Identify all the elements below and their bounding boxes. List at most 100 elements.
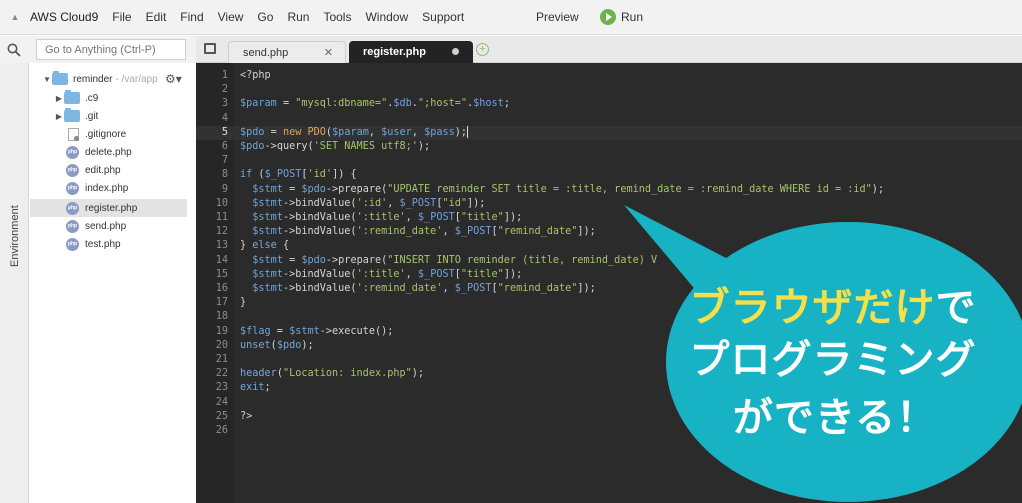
code-line[interactable]: 11 $stmt->bindValue(':title', $_POST["ti… (196, 211, 1022, 225)
line-number: 23 (215, 382, 228, 394)
code-line[interactable]: 6 $pdo->query('SET NAMES utf8;'); (196, 140, 1022, 154)
code-line[interactable]: 22 header("Location: index.php"); (196, 367, 1022, 381)
code-line[interactable]: 18 (196, 310, 1022, 324)
menu-file[interactable]: File (112, 10, 131, 24)
tab-register-php[interactable]: register.php (349, 41, 473, 63)
code-line[interactable]: 3 $param = "mysql:dbname=".$db.";host=".$… (196, 97, 1022, 111)
php-file-icon: php (66, 145, 79, 159)
code-text: <?php (240, 70, 271, 81)
code-line[interactable]: 10 $stmt->bindValue(':id', $_POST["id"])… (196, 197, 1022, 211)
text-cursor (467, 125, 469, 138)
unsaved-dot-icon[interactable] (452, 48, 459, 55)
code-text: header("Location: index.php"); (240, 368, 425, 380)
line-number: 22 (215, 368, 228, 380)
folder-icon (64, 108, 80, 122)
code-text: $flag = $stmt->execute(); (240, 325, 394, 337)
tree-item-gitignore[interactable]: .gitignore (30, 125, 187, 143)
code-line[interactable]: 15 $stmt->bindValue(':title', $_POST["ti… (196, 268, 1022, 282)
menu-bar: ▲ AWS Cloud9 File Edit Find View Go Run … (0, 0, 1022, 35)
code-line[interactable]: 19 $flag = $stmt->execute(); (196, 325, 1022, 339)
line-number: 7 (221, 155, 228, 167)
menu-support[interactable]: Support (422, 10, 464, 24)
tree-item-label: test.php (85, 238, 121, 250)
code-line[interactable]: 25 ?> (196, 410, 1022, 424)
menu-edit[interactable]: Edit (146, 10, 167, 24)
line-number: 9 (221, 183, 228, 195)
php-file-icon: php (66, 181, 79, 195)
code-line[interactable]: 4 (196, 112, 1022, 126)
code-line[interactable]: 9 $stmt = $pdo->prepare("UPDATE reminder… (196, 183, 1022, 197)
menu-find[interactable]: Find (180, 10, 203, 24)
code-text: exit; (240, 382, 271, 394)
menu-run[interactable]: Run (287, 10, 309, 24)
expand-right-icon[interactable]: ▶ (54, 112, 64, 121)
tab-label: send.php (243, 46, 289, 59)
gear-icon[interactable]: ⚙▾ (165, 72, 182, 86)
tab-list-icon[interactable] (204, 43, 216, 54)
file-tree: ▼ reminder - /var/app ⚙▾ ▶ .c9 ▶ .git .g… (30, 63, 196, 503)
code-line[interactable]: 14 $stmt = $pdo->prepare("INSERT INTO re… (196, 254, 1022, 268)
menu-tools[interactable]: Tools (323, 10, 351, 24)
environment-tab[interactable]: Environment (9, 197, 21, 267)
line-number: 10 (215, 197, 228, 209)
tree-item-label: send.php (85, 220, 127, 232)
app-brand[interactable]: AWS Cloud9 (30, 10, 98, 24)
tab-send-php[interactable]: send.php ✕ (228, 41, 346, 63)
code-line[interactable]: 2 (196, 83, 1022, 97)
close-icon[interactable]: ✕ (324, 46, 333, 59)
expand-right-icon[interactable]: ▶ (54, 94, 64, 103)
expand-down-icon[interactable]: ▼ (42, 75, 52, 84)
code-line[interactable]: 16 $stmt->bindValue(':remind_date', $_PO… (196, 282, 1022, 296)
code-line[interactable]: 17} (196, 296, 1022, 310)
tree-root-reminder[interactable]: ▼ reminder - /var/app ⚙▾ (30, 70, 187, 88)
code-text: $stmt->bindValue(':title', $_POST["title… (252, 212, 523, 223)
code-line[interactable]: 12 $stmt->bindValue(':remind_date', $_PO… (196, 225, 1022, 239)
code-text: $stmt->bindValue(':title', $_POST["title… (252, 268, 523, 280)
folder-icon (52, 71, 68, 85)
menu-go[interactable]: Go (257, 10, 273, 24)
tree-item-c9[interactable]: ▶ .c9 (30, 89, 187, 107)
menu-window[interactable]: Window (365, 10, 408, 24)
code-line[interactable]: 26 (196, 424, 1022, 438)
code-line[interactable]: 8 if ($_POST['id']) { (196, 168, 1022, 182)
code-line[interactable]: 7 (196, 154, 1022, 168)
code-text: $stmt->bindValue(':remind_date', $_POST[… (252, 226, 596, 238)
code-line[interactable]: 13} else { (196, 239, 1022, 253)
code-line[interactable]: 23 exit; (196, 381, 1022, 395)
tree-item-delete-php[interactable]: php delete.php (30, 143, 187, 161)
code-editor[interactable]: 1 <?php 2 3 $param = "mysql:dbname=".$db.";h… (196, 63, 1022, 503)
tree-item-label: .gitignore (85, 128, 127, 140)
tree-item-edit-php[interactable]: php edit.php (30, 161, 187, 179)
code-text: $stmt = $pdo->prepare("UPDATE reminder S… (252, 183, 885, 195)
menu-view[interactable]: View (218, 10, 244, 24)
line-number: 18 (215, 311, 228, 323)
code-line[interactable]: 20 unset($pdo); (196, 339, 1022, 353)
tree-item-send-php[interactable]: php send.php (30, 217, 187, 235)
line-number: 3 (221, 98, 228, 110)
side-rail: Environment (0, 63, 29, 503)
code-line[interactable]: 5 $pdo = new PDO($param, $user, $pass); (196, 125, 1022, 140)
tree-item-index-php[interactable]: php index.php (30, 179, 187, 197)
code-text: $param = "mysql:dbname=".$db.";host=".$h… (240, 98, 510, 110)
preview-button[interactable]: Preview (536, 10, 579, 24)
collapse-arrow-icon[interactable]: ▲ (0, 12, 30, 22)
run-label: Run (621, 10, 644, 24)
run-button[interactable]: Run (600, 9, 643, 25)
code-line[interactable]: 24 (196, 396, 1022, 410)
add-tab-icon[interactable]: + (476, 43, 489, 56)
code-text: ?> (240, 410, 253, 422)
tree-item-label: .git (85, 110, 99, 122)
tree-item-git[interactable]: ▶ .git (30, 107, 187, 125)
search-icon[interactable] (0, 36, 28, 63)
search-row (0, 36, 196, 63)
tree-item-label: .c9 (85, 92, 99, 104)
line-number: 6 (221, 141, 228, 152)
code-line[interactable]: 21 (196, 353, 1022, 367)
tree-item-test-php[interactable]: php test.php (30, 235, 187, 253)
line-number: 12 (215, 226, 228, 238)
code-text: } (240, 297, 247, 309)
tree-item-register-php[interactable]: php register.php (30, 199, 187, 217)
code-text: $pdo = new PDO($param, $user, $pass); (240, 125, 469, 138)
go-to-anything-input[interactable] (36, 39, 186, 60)
code-line[interactable]: 1 <?php (196, 69, 1022, 83)
